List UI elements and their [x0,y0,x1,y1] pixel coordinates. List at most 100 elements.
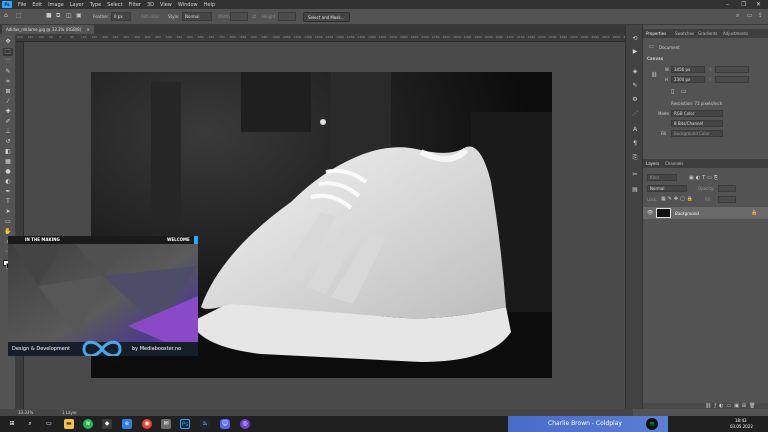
history-brush-icon[interactable]: ↺ [3,138,13,146]
home-icon[interactable]: ⌂ [4,12,8,19]
clone-source-icon[interactable]: ⎘ [630,153,640,162]
menu-3d[interactable]: 3D [144,2,157,8]
portrait-icon[interactable]: ▯ [671,88,674,95]
photoshop-taskbar-icon[interactable]: Ps [180,419,190,429]
windows-start-icon[interactable]: ⊞ [7,419,17,429]
canvas-heading[interactable]: Canvas [647,56,663,61]
healing-brush-icon[interactable]: ✚ [3,108,13,116]
steam-icon[interactable]: ♨ [200,419,210,429]
menu-select[interactable]: Select [104,2,125,8]
opacity-input[interactable] [718,185,736,192]
tab-gradients[interactable]: Gradients [698,31,718,36]
discord-icon[interactable]: ☺ [220,419,230,429]
workspace-icon[interactable]: ▭ [747,12,753,19]
search-icon[interactable]: ⌕ [736,12,739,20]
close-icon[interactable]: ✕ [756,1,761,8]
actions-icon[interactable]: ▶ [630,47,640,56]
brushes-icon[interactable]: ✎ [630,81,640,90]
menu-layer[interactable]: Layer [67,2,87,8]
eraser-icon[interactable]: ◧ [3,148,13,156]
layer-row-background[interactable]: 👁 Background 🔒 [643,207,768,219]
path-select-icon[interactable]: ➤ [3,208,13,216]
task-view-icon[interactable]: ▭ [44,419,54,429]
visibility-eye-icon[interactable]: 👁 [647,210,653,216]
antialias-checkbox[interactable]: Anti-alias [141,14,160,19]
layer-name[interactable]: Background [675,211,699,216]
mail-icon[interactable]: ✉ [161,419,171,429]
rectangular-marquee-icon[interactable]: ⬚ [3,48,13,56]
close-tab-icon[interactable]: ✕ [87,27,90,32]
libraries-icon[interactable]: ▤ [630,185,640,194]
history-icon[interactable]: ⟲ [630,34,640,43]
crop-icon[interactable]: ⌗ [3,78,13,86]
lock-icons[interactable]: ▦✎✥▢🔒 [661,196,695,202]
obs-icon[interactable]: ◎ [240,419,250,429]
intersect-selection-icon[interactable]: ▣ [76,12,82,19]
dodge-icon[interactable]: ◐ [3,178,13,186]
canvas-y-input[interactable] [715,76,749,83]
edge-icon[interactable]: e [122,419,132,429]
minimize-icon[interactable]: – [726,1,729,8]
tab-swatches[interactable]: Swatches [675,31,694,36]
marquee-tool-icon[interactable]: ⬚ [16,12,22,19]
tool-presets-icon[interactable]: ✂ [630,170,640,179]
tab-adjustments[interactable]: Adjustments [723,31,748,36]
tab-layers[interactable]: Layers [646,161,659,166]
new-selection-icon[interactable]: ■ [46,12,52,19]
tab-channels[interactable]: Channels [665,161,684,166]
feather-input[interactable]: 0 px [111,12,131,21]
menu-image[interactable]: Image [45,2,67,8]
quick-select-icon[interactable]: ✎ [3,68,13,76]
menu-help[interactable]: Help [201,2,218,8]
character-icon[interactable]: A [630,125,640,134]
zoom-level[interactable]: 33.33% [18,410,33,415]
lasso-icon[interactable]: ➰ [3,58,13,66]
spotify-icon[interactable]: ≋ [83,419,93,429]
fill-opacity-input[interactable] [718,196,736,203]
paths-icon[interactable]: ⋰ [630,109,640,118]
gradient-icon[interactable]: ▦ [3,158,13,166]
file-explorer-icon[interactable]: ▬ [64,419,74,429]
move-tool-icon[interactable]: ✥ [3,38,13,46]
add-selection-icon[interactable]: ⧉ [56,12,60,20]
select-and-mask-button[interactable]: Select and Mask... [303,12,350,22]
mode-select[interactable]: RGB Color [671,110,723,117]
fill-select[interactable]: Background Color [671,130,723,137]
search-icon[interactable]: ⌕ [25,419,35,429]
menu-view[interactable]: View [157,2,175,8]
clone-stamp-icon[interactable]: ⊥ [3,128,13,136]
tab-properties[interactable]: Properties [646,31,666,36]
clock-time[interactable]: 18:43 [735,418,747,423]
landscape-icon[interactable]: ▭ [681,88,687,95]
color-icon[interactable]: ◈ [630,67,640,76]
now-playing-widget[interactable]: Charlie Brown - Coldplay ≋ [508,416,668,432]
layer-filter-select[interactable]: Kind [647,174,677,181]
share-icon[interactable]: ⇪ [758,12,763,19]
blend-mode-select[interactable]: Normal [647,185,687,192]
style-select[interactable]: Normal [182,12,212,21]
document-tab[interactable]: Adidas_reklame.jpg @ 33.3% (RGB/8) ✕ [2,25,94,34]
app-icon[interactable]: ◆ [102,419,112,429]
type-tool-icon[interactable]: T [3,198,13,206]
menu-edit[interactable]: Edit [29,2,45,8]
canvas-x-input[interactable] [715,66,749,73]
swap-icon[interactable]: ⇄ [252,14,256,20]
height-input[interactable] [278,12,296,21]
blur-icon[interactable]: ● [3,168,13,176]
restore-icon[interactable]: ❐ [741,1,746,8]
layer-actions-icons[interactable]: ⛓ƒ◐▭▣⊞🗑 [705,403,758,409]
paragraph-icon[interactable]: ¶ [630,139,640,148]
frame-icon[interactable]: ⊠ [3,88,13,96]
canvas-height-input[interactable]: 2304 px [671,76,705,83]
width-input[interactable] [230,12,248,21]
menu-file[interactable]: File [15,2,29,8]
link-icon[interactable]: ⛓ [651,72,657,78]
adjust-icon[interactable]: ⚙ [630,95,640,104]
chrome-icon[interactable]: ◉ [142,419,152,429]
bit-depth-select[interactable]: 8 Bits/Channel [671,120,723,127]
menu-window[interactable]: Window [175,2,201,8]
menu-type[interactable]: Type [87,2,104,8]
menu-filter[interactable]: Filter [126,2,144,8]
eyedropper-icon[interactable]: ⁄ [3,98,13,106]
pen-icon[interactable]: ✒ [3,188,13,196]
